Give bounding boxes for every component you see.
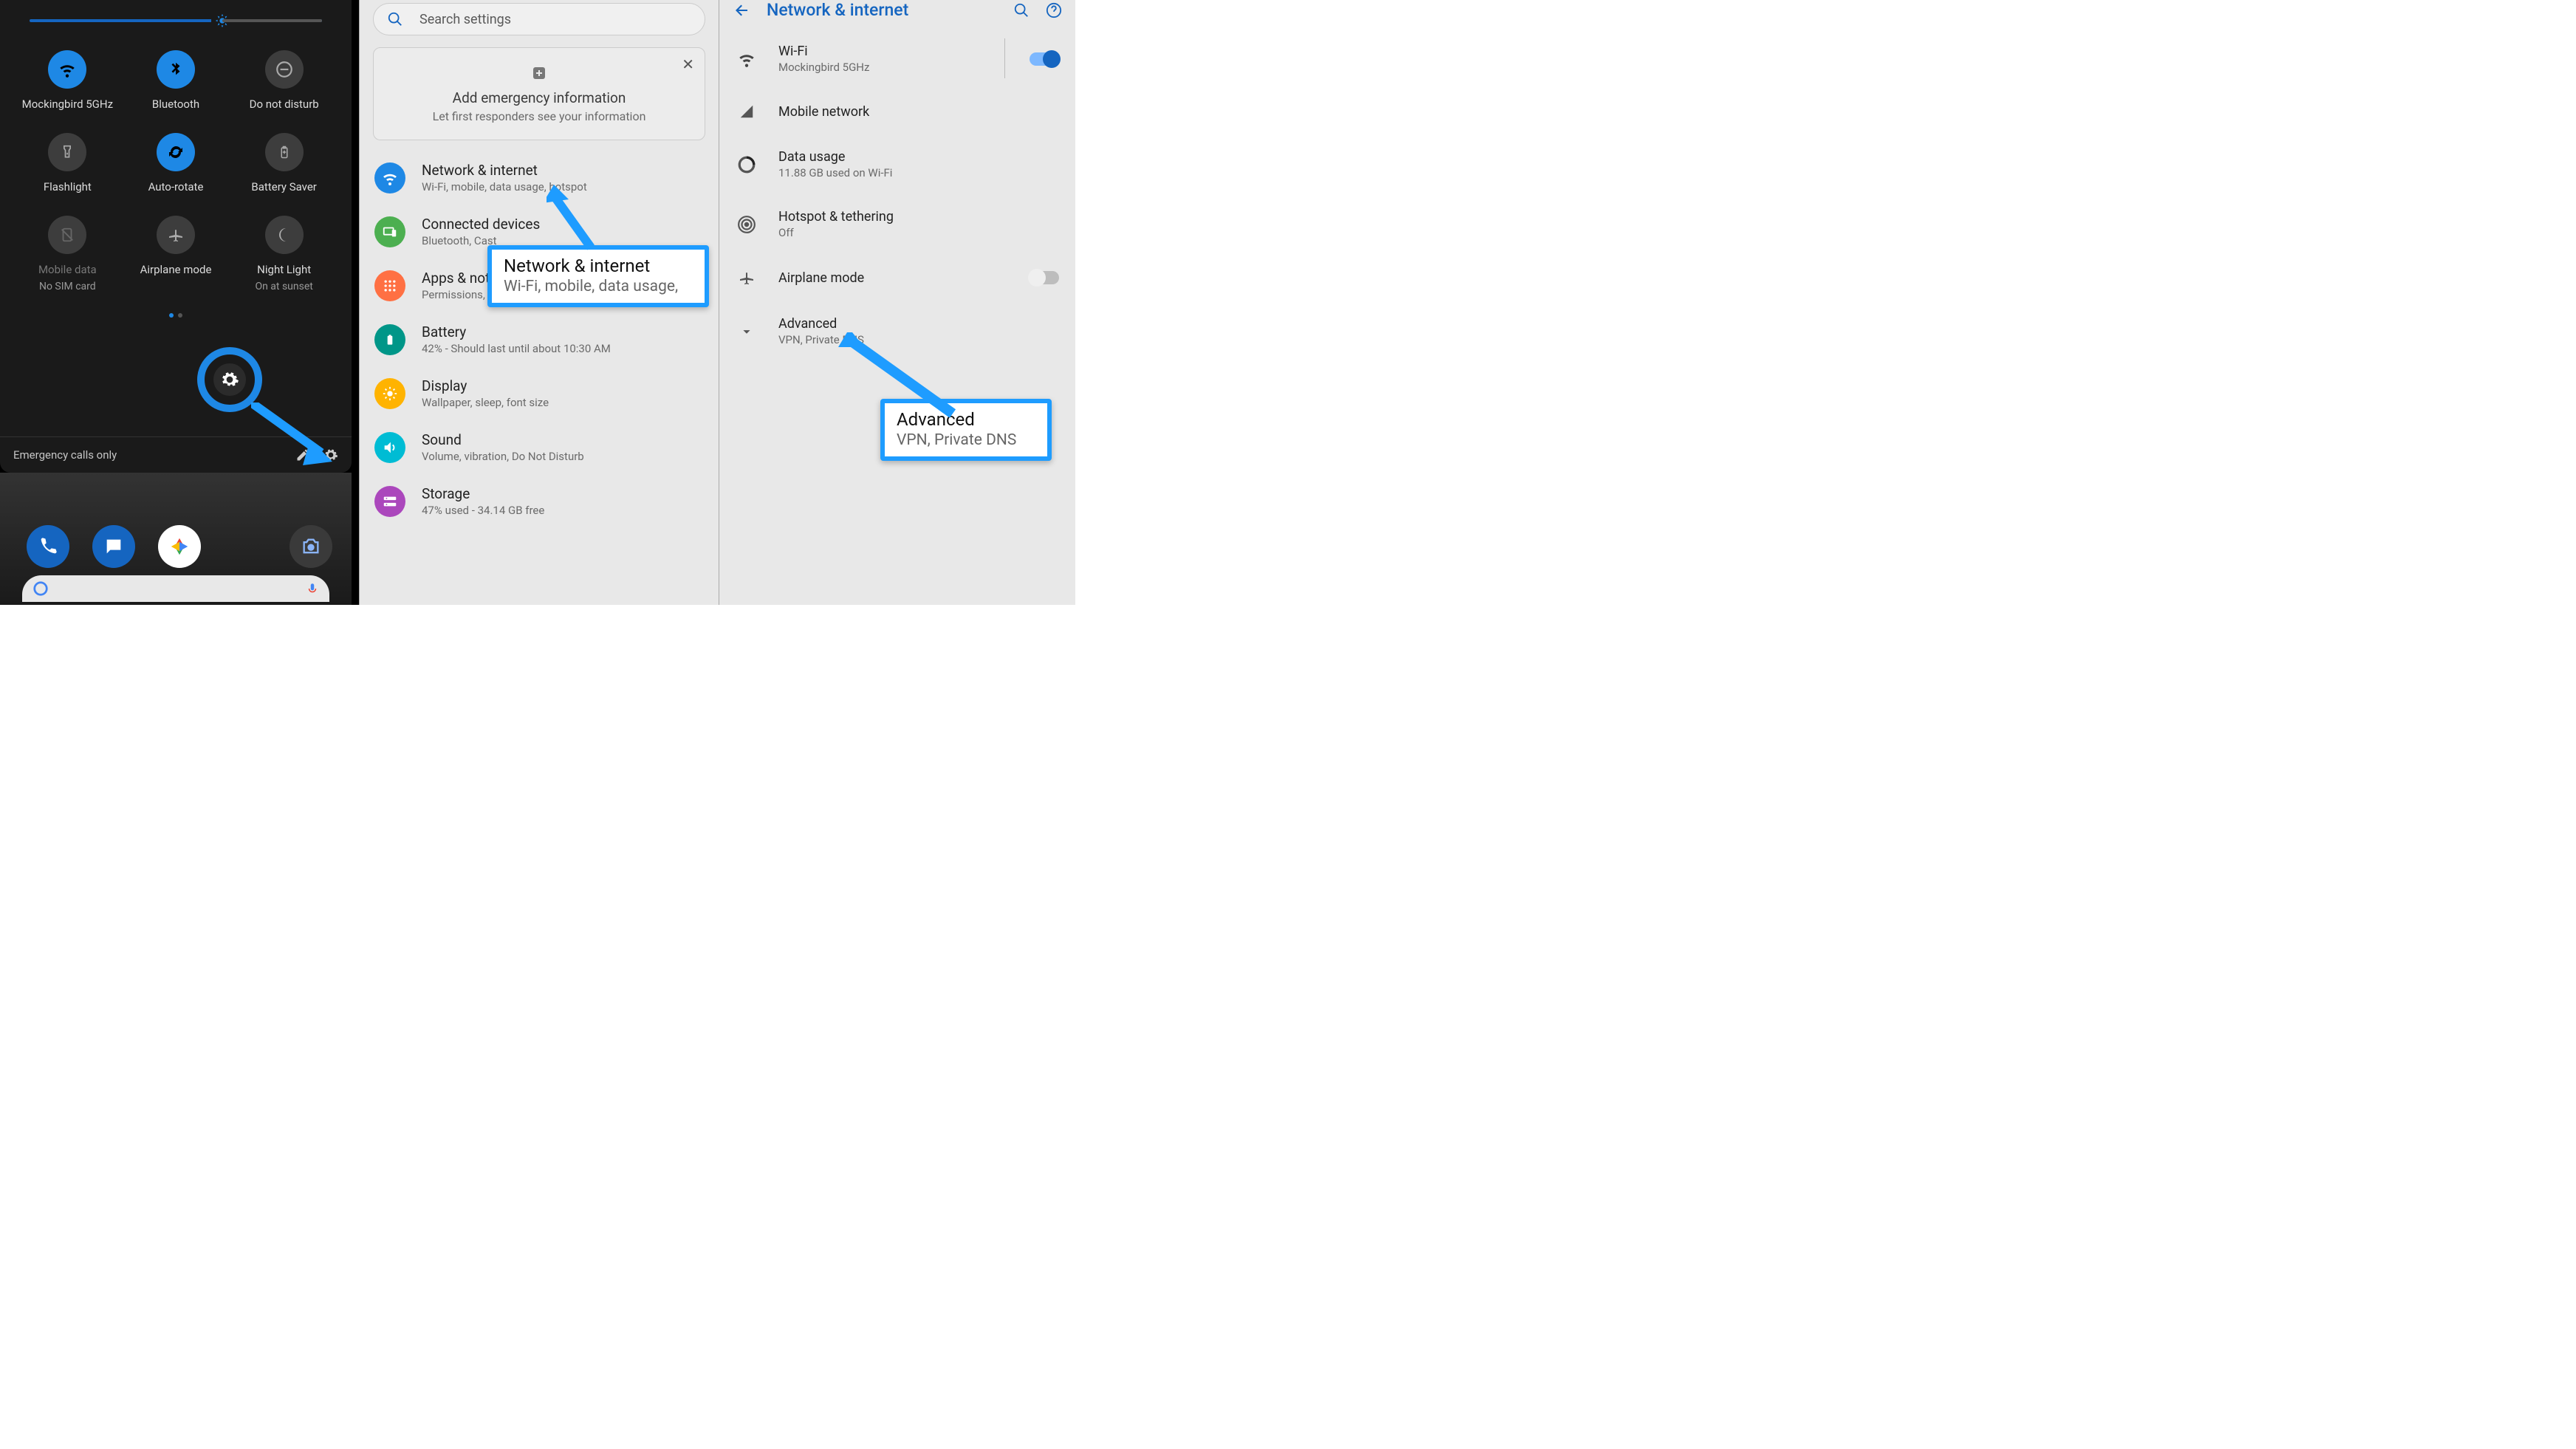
qs-tile-mobiledata[interactable]: Mobile data No SIM card xyxy=(13,216,122,292)
status-text: Emergency calls only xyxy=(13,448,117,462)
page-title: Network & internet xyxy=(767,0,997,20)
divider xyxy=(1004,38,1005,78)
qs-label: Night Light xyxy=(257,263,311,276)
help-icon[interactable] xyxy=(1046,2,1062,18)
qs-label: Airplane mode xyxy=(140,263,212,276)
network-item-hotspot[interactable]: Hotspot & tetheringOff xyxy=(719,194,1075,254)
wifi-toggle[interactable] xyxy=(1030,52,1059,66)
settings-item-display[interactable]: DisplayWallpaper, sleep, font size xyxy=(360,366,719,420)
qs-label: Do not disturb xyxy=(250,97,319,111)
annotation-callout-network: Network & internet Wi-Fi, mobile, data u… xyxy=(487,245,709,307)
qs-label: Bluetooth xyxy=(152,97,199,111)
network-item-airplane[interactable]: Airplane mode xyxy=(719,254,1075,301)
qs-tile-dnd[interactable]: Do not disturb xyxy=(230,50,338,111)
settings-item-sound[interactable]: SoundVolume, vibration, Do Not Disturb xyxy=(360,420,719,474)
search-icon xyxy=(387,11,403,27)
network-list: Wi-FiMockingbird 5GHz Mobile network Dat… xyxy=(719,29,1075,361)
settings-item-network[interactable]: Network & internetWi-Fi, mobile, data us… xyxy=(360,151,719,205)
card-subtitle: Let first responders see your informatio… xyxy=(387,109,691,123)
qs-tile-wifi[interactable]: Mockingbird 5GHz xyxy=(13,50,122,111)
airplane-icon xyxy=(736,269,758,287)
edit-icon[interactable] xyxy=(295,448,310,462)
wifi-icon xyxy=(736,49,758,69)
settings-item-battery[interactable]: Battery42% - Should last until about 10:… xyxy=(360,312,719,366)
qs-tile-autorotate[interactable]: Auto-rotate xyxy=(122,133,230,193)
brightness-slider[interactable] xyxy=(30,19,322,22)
qs-tile-airplane[interactable]: Airplane mode xyxy=(122,216,230,292)
network-item-advanced[interactable]: AdvancedVPN, Private DNS xyxy=(719,301,1075,361)
emergency-info-card[interactable]: ✕ Add emergency information Let first re… xyxy=(373,47,705,140)
settings-item-storage[interactable]: Storage47% used - 34.14 GB free xyxy=(360,474,719,528)
qs-pager xyxy=(0,313,352,318)
network-item-datausage[interactable]: Data usage11.88 GB used on Wi-Fi xyxy=(719,134,1075,194)
dock-messages-icon[interactable] xyxy=(92,525,135,568)
qs-sublabel: No SIM card xyxy=(39,281,96,292)
qs-settings-gear-button[interactable] xyxy=(213,363,246,396)
dock-phone-icon[interactable] xyxy=(27,525,69,568)
page-header: Network & internet xyxy=(719,0,1075,29)
hotspot-icon xyxy=(736,215,758,234)
qs-tile-grid: Mockingbird 5GHz Bluetooth Do not distur… xyxy=(0,43,352,307)
dock xyxy=(0,525,359,568)
back-icon[interactable] xyxy=(733,1,750,19)
datausage-icon xyxy=(736,155,758,174)
search-settings-input[interactable]: Search settings xyxy=(373,3,705,35)
qs-label: Mockingbird 5GHz xyxy=(22,97,113,111)
qs-tile-flashlight[interactable]: Flashlight xyxy=(13,133,122,193)
dock-photos-icon[interactable] xyxy=(158,525,201,568)
search-icon[interactable] xyxy=(1013,2,1030,18)
qs-footer: Emergency calls only xyxy=(0,436,352,473)
airplane-toggle[interactable] xyxy=(1030,271,1059,284)
dock-camera-icon[interactable] xyxy=(290,525,332,568)
medical-plus-icon xyxy=(530,64,548,82)
network-item-wifi[interactable]: Wi-FiMockingbird 5GHz xyxy=(719,29,1075,89)
gear-icon[interactable] xyxy=(323,448,338,462)
mic-icon[interactable] xyxy=(306,582,319,595)
qs-label: Auto-rotate xyxy=(148,180,204,193)
google-g-icon xyxy=(32,580,49,597)
network-item-mobile[interactable]: Mobile network xyxy=(719,89,1075,134)
settings-list: Network & internetWi-Fi, mobile, data us… xyxy=(360,151,719,528)
chevron-down-icon xyxy=(736,323,758,340)
google-search-bar[interactable] xyxy=(22,575,329,602)
search-placeholder: Search settings xyxy=(419,12,511,27)
brightness-thumb-icon[interactable] xyxy=(211,10,233,32)
qs-sublabel: On at sunset xyxy=(255,281,312,292)
annotation-callout-advanced: Advanced VPN, Private DNS xyxy=(880,399,1052,461)
quick-settings-shade: Mockingbird 5GHz Bluetooth Do not distur… xyxy=(0,0,352,473)
qs-tile-nightlight[interactable]: Night Light On at sunset xyxy=(230,216,338,292)
card-title: Add emergency information xyxy=(387,89,691,106)
qs-label: Mobile data xyxy=(38,263,97,276)
qs-label: Battery Saver xyxy=(251,180,316,193)
qs-label: Flashlight xyxy=(44,180,92,193)
close-icon[interactable]: ✕ xyxy=(682,55,694,73)
qs-tile-batterysaver[interactable]: Battery Saver xyxy=(230,133,338,193)
signal-icon xyxy=(736,103,758,120)
qs-tile-bluetooth[interactable]: Bluetooth xyxy=(122,50,230,111)
